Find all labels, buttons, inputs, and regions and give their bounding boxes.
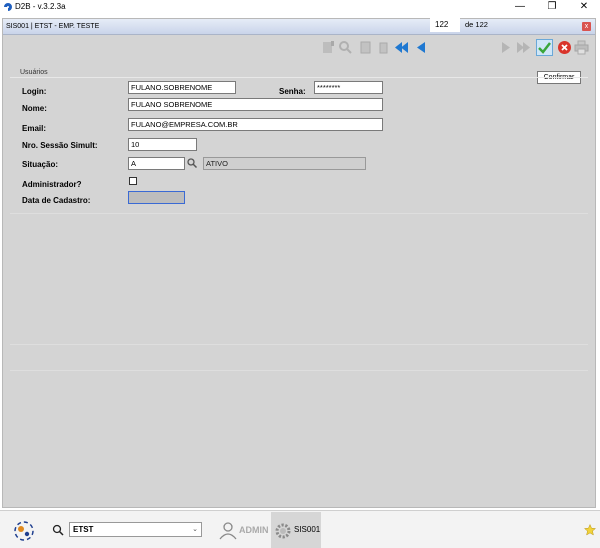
- cancel-icon[interactable]: [557, 40, 572, 55]
- search-record-icon[interactable]: [338, 40, 353, 55]
- chevron-down-icon: ⌄: [192, 526, 198, 533]
- star-icon[interactable]: [584, 524, 596, 536]
- delete-record-icon[interactable]: [376, 40, 391, 55]
- senha-label: Senha:: [279, 87, 306, 96]
- first-record-icon[interactable]: [394, 40, 409, 55]
- admin-label: Administrador?: [22, 180, 82, 189]
- record-toolbar: [3, 36, 595, 58]
- situacao-label: Situação:: [22, 160, 59, 169]
- new-record-icon[interactable]: [321, 40, 336, 55]
- company-select-value: ETST: [73, 525, 94, 534]
- email-label: Email:: [22, 124, 47, 133]
- status-code-field[interactable]: A: [128, 157, 185, 170]
- cadastro-label: Data de Cadastro:: [22, 196, 91, 205]
- taskbar: ETST ⌄ ADMIN SIS001: [0, 510, 600, 548]
- session-limit-field[interactable]: 10: [128, 138, 197, 151]
- nome-label: Nome:: [22, 104, 47, 113]
- company-select[interactable]: ETST ⌄: [69, 522, 202, 537]
- restore-button[interactable]: ❐: [538, 0, 566, 14]
- email-field[interactable]: FULANO@EMPRESA.COM.BR: [128, 118, 383, 131]
- status-description-field: ATIVO: [203, 157, 366, 170]
- grid-line: [10, 370, 588, 371]
- name-field[interactable]: FULANO SOBRENOME: [128, 98, 383, 111]
- login-field[interactable]: FULANO.SOBRENOME: [128, 81, 236, 94]
- close-window-button[interactable]: ✕: [570, 0, 598, 14]
- password-field[interactable]: ********: [314, 81, 383, 94]
- search-icon[interactable]: [52, 524, 64, 536]
- confirm-icon[interactable]: [536, 39, 553, 56]
- print-icon[interactable]: [574, 40, 589, 55]
- title-bar: D2B - v.3.2.3a — ❐ ✕: [0, 0, 600, 14]
- next-record-icon[interactable]: [499, 40, 514, 55]
- form-bottom-line: [10, 213, 588, 214]
- record-total: de 122: [465, 20, 488, 29]
- d2b-logo-icon[interactable]: [12, 519, 36, 543]
- user-name[interactable]: ADMIN: [239, 525, 269, 535]
- minimize-button[interactable]: —: [506, 0, 534, 14]
- last-record-icon[interactable]: [516, 40, 531, 55]
- record-number-input[interactable]: 122: [430, 18, 460, 32]
- user-icon[interactable]: [218, 520, 238, 540]
- lookup-search-icon[interactable]: [186, 157, 198, 169]
- section-divider: [10, 77, 588, 78]
- registration-date-field[interactable]: [128, 191, 185, 204]
- section-title: Usuários: [20, 69, 48, 76]
- form-window-header: SIS001 | ETST - EMP. TESTE x: [3, 19, 595, 35]
- login-label: Login:: [22, 87, 47, 96]
- admin-checkbox[interactable]: [129, 177, 137, 185]
- form-window-title: SIS001 | ETST - EMP. TESTE: [6, 23, 100, 30]
- close-form-button[interactable]: x: [582, 22, 591, 31]
- edit-record-icon[interactable]: [358, 40, 373, 55]
- session-label: Nro. Sessão Simult:: [22, 141, 98, 150]
- module-label[interactable]: SIS001: [294, 525, 320, 534]
- grid-line: [10, 344, 588, 345]
- gear-icon[interactable]: [273, 521, 293, 541]
- app-logo-icon: [4, 3, 12, 11]
- app-title: D2B - v.3.2.3a: [15, 2, 66, 11]
- previous-record-icon[interactable]: [413, 40, 428, 55]
